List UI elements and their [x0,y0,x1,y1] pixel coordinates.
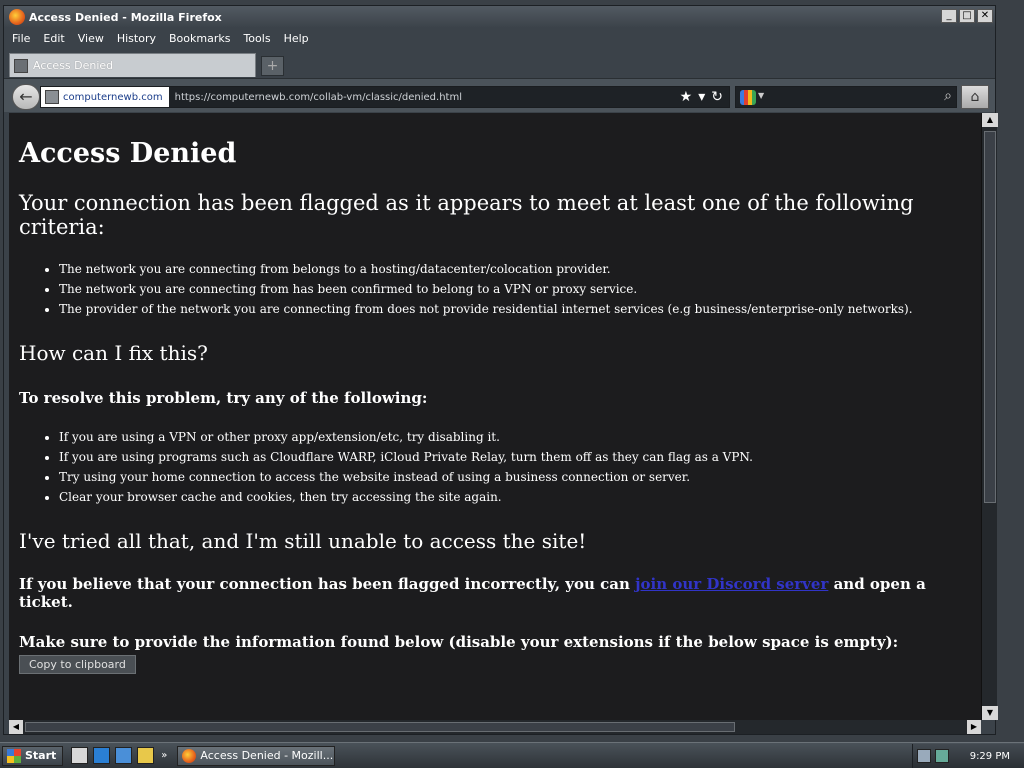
taskbar-item-firefox[interactable]: Access Denied - Mozill... [177,745,336,766]
site-icon [45,90,59,104]
list-item: If you are using programs such as Cloudf… [59,447,971,467]
criteria-list: The network you are connecting from belo… [59,259,971,319]
navigation-toolbar: computernewb.com https://computernewb.co… [4,78,995,112]
window-title: Access Denied - Mozilla Firefox [29,10,222,24]
flagged-incorrectly-paragraph: If you believe that your connection has … [19,575,971,611]
show-desktop-icon[interactable] [71,747,89,764]
provide-info-text: Make sure to provide the information fou… [19,633,899,651]
copy-to-clipboard-button[interactable]: Copy to clipboard [19,655,136,674]
taskbar: Start » Access Denied - Mozill... 9:29 P… [0,742,1024,768]
quick-launch-more-icon[interactable]: » [161,750,167,761]
home-icon: ⌂ [970,89,980,105]
start-button[interactable]: Start [2,745,64,766]
scroll-up-icon[interactable]: ▲ [982,113,998,127]
volume-icon[interactable] [935,749,949,763]
scroll-thumb[interactable] [984,131,996,503]
magnifier-icon[interactable]: ⌕ [944,88,952,104]
close-button[interactable]: ✕ [977,9,993,23]
site-identity-label: computernewb.com [63,91,163,103]
list-item: The network you are connecting from belo… [59,259,971,279]
menu-bar: File Edit View History Bookmarks Tools H… [4,28,995,48]
page-title: Access Denied [19,138,237,169]
search-engine-dropdown-icon[interactable]: ▼ [758,91,764,100]
quick-launch: » [71,747,167,764]
horizontal-scroll-thumb[interactable] [25,722,735,732]
dropdown-icon[interactable]: ▾ [698,89,705,105]
star-icon[interactable]: ★ [680,89,693,105]
list-item: The provider of the network you are conn… [59,299,971,319]
tab-label: Access Denied [33,59,114,72]
firefox-icon [9,9,25,25]
maximize-button[interactable]: □ [959,9,975,23]
media-player-icon[interactable] [115,747,133,764]
still-unable-heading: I've tried all that, and I'm still unabl… [19,529,587,553]
back-arrow-icon: ← [19,87,33,106]
browser-window: Access Denied - Mozilla Firefox _ □ ✕ Fi… [3,5,998,735]
tab-access-denied[interactable]: Access Denied [9,53,256,77]
menu-bookmarks[interactable]: Bookmarks [169,32,230,45]
resolve-heading: To resolve this problem, try any of the … [19,389,428,407]
fix-list: If you are using a VPN or other proxy ap… [59,427,971,507]
search-bar[interactable]: ▼ ⌕ [735,86,957,108]
list-item: Try using your home connection to access… [59,467,971,487]
new-tab-button[interactable]: + [261,56,284,76]
title-bar[interactable]: Access Denied - Mozilla Firefox _ □ ✕ [4,6,995,28]
tab-strip: Access Denied + [4,50,995,78]
system-tray: 9:29 PM [912,744,1024,768]
menu-tools[interactable]: Tools [243,32,270,45]
fix-heading: How can I fix this? [19,341,208,365]
list-item: Clear your browser cache and cookies, th… [59,487,971,507]
list-item: If you are using a VPN or other proxy ap… [59,427,971,447]
minimize-button[interactable]: _ [941,9,957,23]
network-icon[interactable] [917,749,931,763]
windows-logo-icon [7,748,21,763]
menu-help[interactable]: Help [284,32,309,45]
start-label: Start [25,749,57,762]
url-text[interactable]: https://computernewb.com/collab-vm/class… [175,92,462,103]
vertical-scrollbar[interactable]: ▲ ▼ [981,113,998,720]
scroll-left-icon[interactable]: ◀ [9,720,23,734]
internet-explorer-icon[interactable] [93,747,111,764]
clock[interactable]: 9:29 PM [970,751,1010,762]
flag-heading: Your connection has been flagged as it a… [19,191,914,239]
site-identity-button[interactable]: computernewb.com [41,87,169,107]
menu-history[interactable]: History [117,32,156,45]
discord-link[interactable]: join our Discord server [635,575,828,593]
firefox-icon [182,748,197,763]
scroll-down-icon[interactable]: ▼ [982,706,998,720]
reload-icon[interactable]: ↻ [711,89,723,105]
list-item: The network you are connecting from has … [59,279,971,299]
page-content: Access Denied Your connection has been f… [9,113,981,720]
horizontal-scrollbar[interactable]: ◀ ▶ [9,720,981,734]
menu-file[interactable]: File [12,32,30,45]
page-icon [14,58,28,73]
explorer-icon[interactable] [137,747,155,764]
url-bar[interactable]: computernewb.com https://computernewb.co… [40,86,730,108]
flagged-text-prefix: If you believe that your connection has … [19,575,636,593]
back-button[interactable]: ← [12,84,40,110]
home-button[interactable]: ⌂ [961,85,989,109]
desktop: Access Denied - Mozilla Firefox _ □ ✕ Fi… [0,0,1024,768]
menu-view[interactable]: View [78,32,104,45]
google-icon[interactable] [740,90,756,105]
menu-edit[interactable]: Edit [43,32,64,45]
taskbar-item-label: Access Denied - Mozill... [200,749,334,762]
scroll-right-icon[interactable]: ▶ [967,720,981,734]
